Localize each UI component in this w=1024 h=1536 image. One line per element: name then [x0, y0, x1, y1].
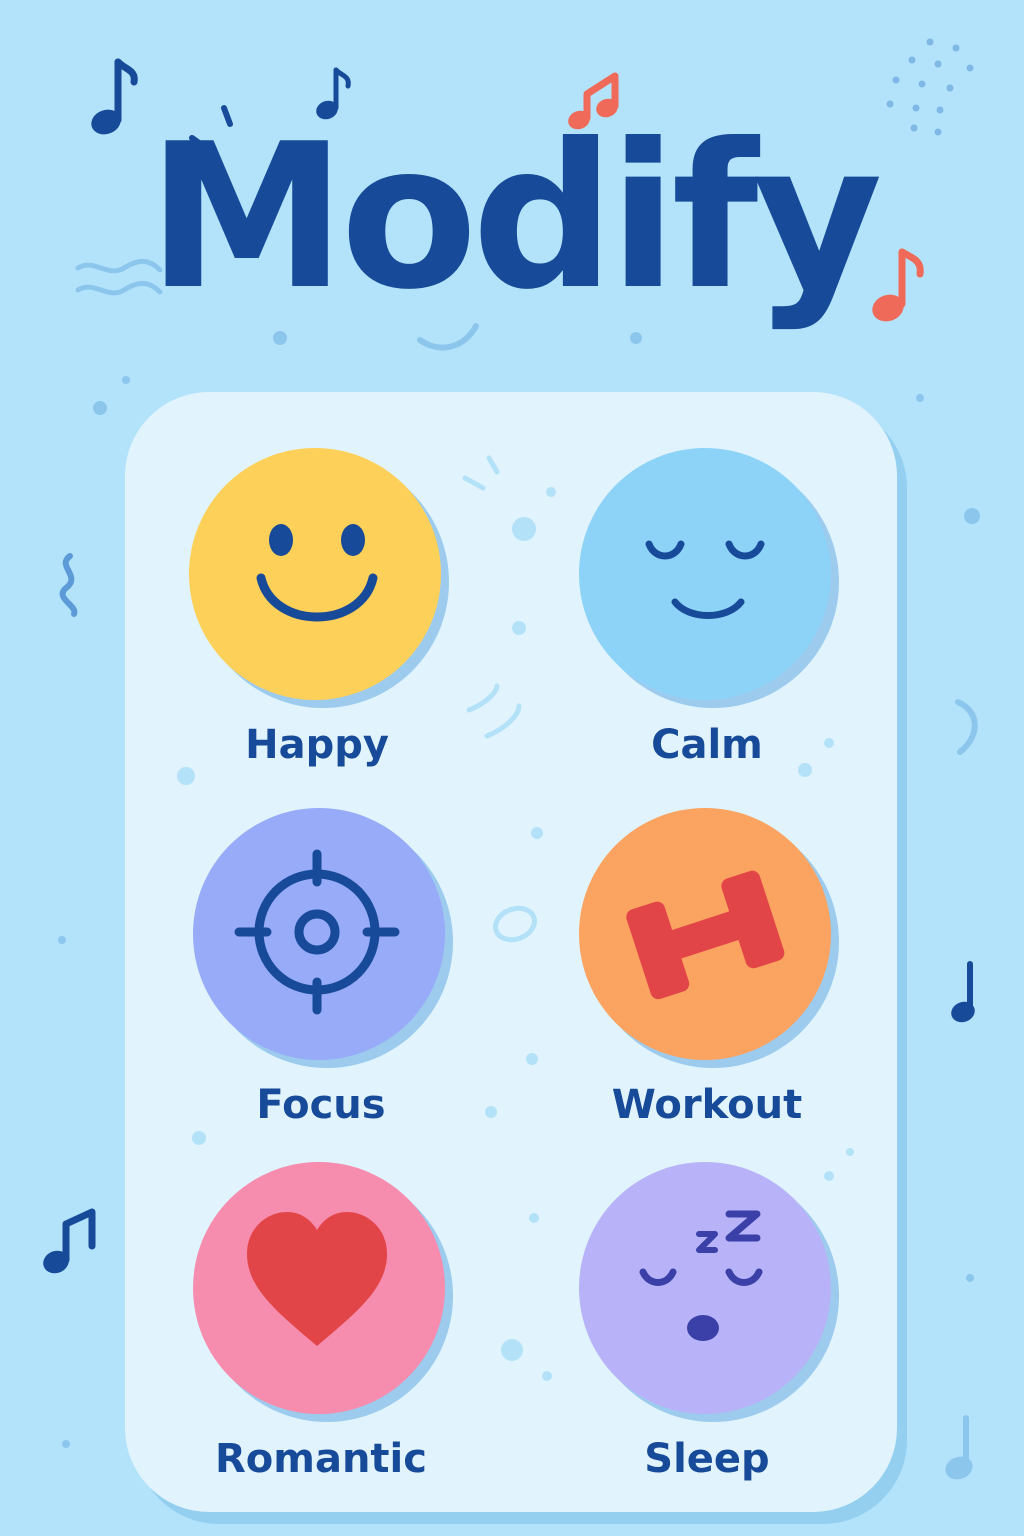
happy-mood-circle[interactable] — [189, 448, 441, 700]
mood-label-workout: Workout — [611, 1082, 803, 1128]
sleep-mood-circle[interactable] — [579, 1162, 831, 1414]
app-title: Modify — [147, 101, 883, 334]
mood-label-focus: Focus — [256, 1082, 386, 1128]
mood-panel: Happy Calm Focus Workout Romantic Sleep — [125, 392, 897, 1512]
romantic-mood-circle[interactable] — [193, 1162, 445, 1414]
mood-label-happy: Happy — [245, 722, 389, 768]
mood-label-romantic: Romantic — [215, 1436, 427, 1482]
mood-option-focus[interactable]: Focus — [193, 808, 453, 1138]
focus-mood-circle[interactable] — [193, 808, 445, 1060]
heart-icon — [247, 1212, 387, 1346]
calm-mood-circle[interactable] — [579, 448, 831, 700]
mood-option-happy[interactable]: Happy — [189, 448, 449, 778]
workout-mood-circle[interactable] — [579, 808, 831, 1060]
calm-face-icon — [645, 540, 765, 619]
mood-option-workout[interactable]: Workout — [579, 808, 839, 1138]
dumbbell-icon — [626, 870, 785, 1000]
mood-option-romantic[interactable]: Romantic — [193, 1162, 453, 1492]
mood-option-calm[interactable]: Calm — [579, 448, 839, 778]
mood-label-sleep: Sleep — [644, 1436, 770, 1482]
mood-option-sleep[interactable]: Sleep — [579, 1162, 839, 1492]
sleeping-face-icon — [639, 1210, 763, 1341]
smiley-face-icon — [256, 524, 378, 622]
target-crosshair-icon — [234, 849, 400, 1015]
mood-label-calm: Calm — [651, 722, 763, 768]
